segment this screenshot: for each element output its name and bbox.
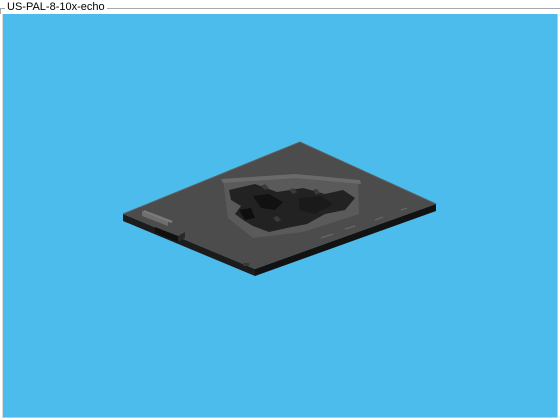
viewer-window: US-PAL-8-10x-echo (0, 0, 560, 420)
3d-plate-model[interactable] (3, 14, 557, 417)
title-divider-edge (0, 8, 1, 14)
3d-viewport[interactable] (2, 14, 558, 418)
corner-mark (243, 263, 249, 266)
title-row: US-PAL-8-10x-echo (0, 0, 560, 14)
window-title: US-PAL-8-10x-echo (5, 1, 107, 14)
